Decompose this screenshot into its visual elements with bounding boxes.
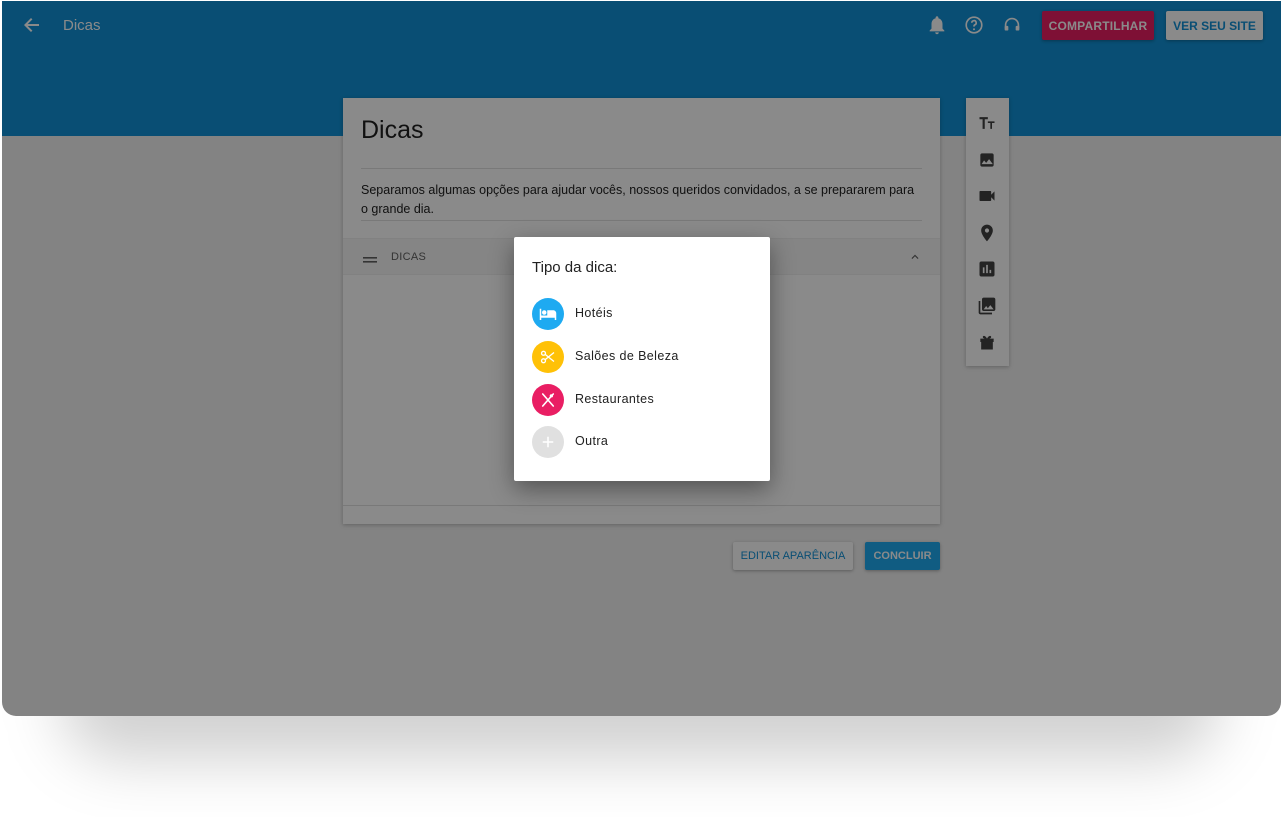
tip-type-dialog: Tipo da dica: Hotéis Salões de Beleza Re… <box>514 237 770 481</box>
scissors-icon <box>532 341 564 373</box>
option-label: Salões de Beleza <box>575 349 679 363</box>
hotel-icon <box>532 298 564 330</box>
app-window: Dicas COMPARTILHAR VER SEU SITE Dicas Se… <box>2 1 1281 716</box>
option-label: Hotéis <box>575 306 613 320</box>
option-beauty-salons[interactable]: Salões de Beleza <box>532 341 752 373</box>
plus-icon <box>532 426 564 458</box>
option-label: Restaurantes <box>575 392 655 406</box>
option-other[interactable]: Outra <box>532 426 752 458</box>
cutlery-icon <box>532 384 564 416</box>
option-label: Outra <box>575 434 609 448</box>
option-hotels[interactable]: Hotéis <box>532 298 752 330</box>
option-restaurants[interactable]: Restaurantes <box>532 384 752 416</box>
dialog-title: Tipo da dica: <box>532 259 618 276</box>
